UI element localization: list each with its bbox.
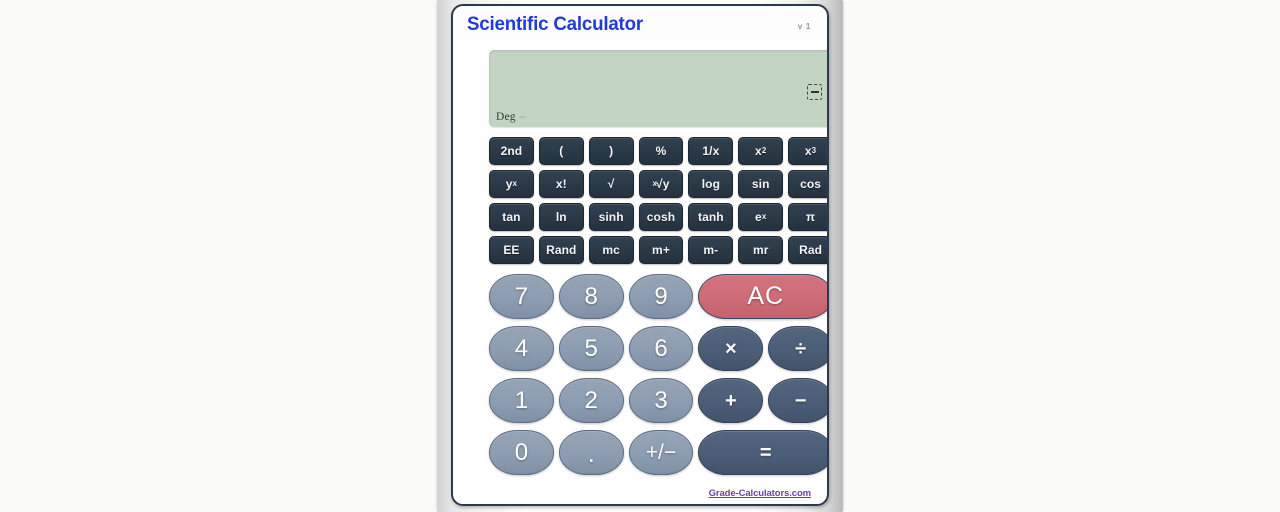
fn-key-label: 1/x xyxy=(702,144,720,158)
fn-key-label: y xyxy=(505,177,513,191)
fn-key-radian-mode[interactable]: Rad xyxy=(788,236,827,264)
pad-key-multiply[interactable]: × xyxy=(698,326,764,371)
fn-key-sine[interactable]: sin xyxy=(738,170,784,198)
fn-key-tangent[interactable]: tan xyxy=(489,203,534,231)
fn-key-label: π xyxy=(805,210,816,224)
fn-key-pi[interactable]: π xyxy=(788,203,827,231)
pad-key-sign-toggle[interactable]: +/− xyxy=(628,430,694,475)
pad-key-digit-9[interactable]: 9 xyxy=(628,274,694,319)
fn-key-exponential[interactable]: ex xyxy=(738,203,784,231)
fn-key-percent[interactable]: % xyxy=(638,137,684,165)
fn-key-factorial[interactable]: x! xyxy=(538,170,584,198)
pad-key-digit-2[interactable]: 2 xyxy=(558,378,624,423)
pad-key-digit-8[interactable]: 8 xyxy=(558,274,624,319)
pad-key-digit-0[interactable]: 0 xyxy=(489,430,554,475)
fn-key-label: √ xyxy=(607,177,615,191)
fn-key-label: m+ xyxy=(652,243,670,257)
pad-key-equals[interactable]: = xyxy=(698,430,827,475)
fn-key-label: x xyxy=(755,144,762,158)
fn-key-label: tan xyxy=(502,210,521,224)
window-frame: Scientific Calculator v 1 Deg ··· 2nd ()%… xyxy=(437,0,843,512)
fn-key-label: cosh xyxy=(646,210,676,224)
page-title: Scientific Calculator xyxy=(467,13,643,35)
fn-key-memory-clear[interactable]: mc xyxy=(588,236,634,264)
pad-key-digit-4[interactable]: 4 xyxy=(489,326,554,371)
footer-site-link[interactable]: Grade-Calculators.com xyxy=(709,488,812,499)
fn-key-hyperbolic-sine[interactable]: sinh xyxy=(588,203,634,231)
fn-key-reciprocal[interactable]: 1/x xyxy=(688,137,734,165)
fn-key-label: mc xyxy=(602,243,620,257)
fn-key-nth-root[interactable]: x √y xyxy=(638,170,684,198)
fn-key-label: e xyxy=(755,210,762,224)
fn-key-cosine[interactable]: cos xyxy=(788,170,827,198)
fn-key-label: √y xyxy=(656,177,670,191)
pad-key-all-clear[interactable]: AC xyxy=(698,274,827,319)
pad-key-divide[interactable]: ÷ xyxy=(768,326,827,371)
fn-key-hyperbolic-cosine[interactable]: cosh xyxy=(638,203,684,231)
fn-key-cube[interactable]: x3 xyxy=(788,137,827,165)
fn-key-memory-recall[interactable]: mr xyxy=(738,236,784,264)
pad-key-digit-5[interactable]: 5 xyxy=(558,326,624,371)
calculator-panel: Scientific Calculator v 1 Deg ··· 2nd ()%… xyxy=(451,4,829,506)
fn-key-label: log xyxy=(701,177,720,191)
function-key-grid: 2nd()% 1/x x 2 x 3 y x x! √ x √y log sin cos tan ln sinh c… xyxy=(489,137,827,264)
pad-key-subtract[interactable]: − xyxy=(768,378,827,423)
fn-key-label: % xyxy=(655,144,667,158)
fn-key-square[interactable]: x2 xyxy=(738,137,784,165)
fn-key-label: ) xyxy=(609,144,614,158)
fn-key-second-function[interactable]: 2nd xyxy=(489,137,534,165)
angle-mode-text: Deg xyxy=(496,111,516,123)
fn-key-label: sin xyxy=(751,177,770,191)
fn-key-label: x! xyxy=(555,177,567,191)
fn-key-label: cos xyxy=(800,177,822,191)
fn-key-label: Rad xyxy=(799,243,823,257)
angle-mode-label: Deg ··· xyxy=(496,111,526,123)
pad-key-digit-6[interactable]: 6 xyxy=(628,326,694,371)
fn-key-label: x xyxy=(804,144,812,158)
fn-key-random[interactable]: Rand xyxy=(538,236,584,264)
calculator-header: Scientific Calculator v 1 xyxy=(453,6,827,42)
backspace-icon[interactable] xyxy=(807,84,822,100)
fn-key-label: m- xyxy=(703,243,719,257)
fn-key-log[interactable]: log xyxy=(688,170,734,198)
pad-key-digit-3[interactable]: 3 xyxy=(628,378,694,423)
fn-key-memory-subtract[interactable]: m- xyxy=(688,236,734,264)
angle-mode-sub: ··· xyxy=(518,113,526,122)
fn-key-close-paren[interactable]: ) xyxy=(588,137,634,165)
fn-key-label: ( xyxy=(559,144,564,158)
pad-key-decimal-point[interactable]: . xyxy=(558,430,624,475)
fn-key-square-root[interactable]: √ xyxy=(588,170,634,198)
version-label: v 1 xyxy=(797,21,811,31)
fn-key-label: tanh xyxy=(697,210,724,224)
fn-key-exponent-entry[interactable]: EE xyxy=(489,236,534,264)
numeric-keypad: 7 8 9 AC 4 5 6 × ÷ 1 2 3 + − 0. +/− = xyxy=(489,274,827,475)
fn-key-label: Rand xyxy=(546,243,577,257)
calculator-display[interactable]: Deg ··· xyxy=(489,50,827,127)
fn-key-power-y-x[interactable]: yx xyxy=(489,170,534,198)
fn-key-label: sinh xyxy=(598,210,624,224)
pad-key-digit-1[interactable]: 1 xyxy=(489,378,554,423)
fn-key-hyperbolic-tangent[interactable]: tanh xyxy=(688,203,734,231)
fn-key-label: EE xyxy=(503,243,520,257)
backspace-icon-bar xyxy=(810,91,819,93)
pad-key-digit-7[interactable]: 7 xyxy=(489,274,554,319)
fn-key-label: ln xyxy=(555,210,567,224)
fn-key-label: 2nd xyxy=(500,144,523,158)
fn-key-natural-log[interactable]: ln xyxy=(538,203,584,231)
fn-key-memory-add[interactable]: m+ xyxy=(638,236,684,264)
fn-key-label: mr xyxy=(752,243,769,257)
fn-key-open-paren[interactable]: ( xyxy=(538,137,584,165)
pad-key-add[interactable]: + xyxy=(698,378,764,423)
